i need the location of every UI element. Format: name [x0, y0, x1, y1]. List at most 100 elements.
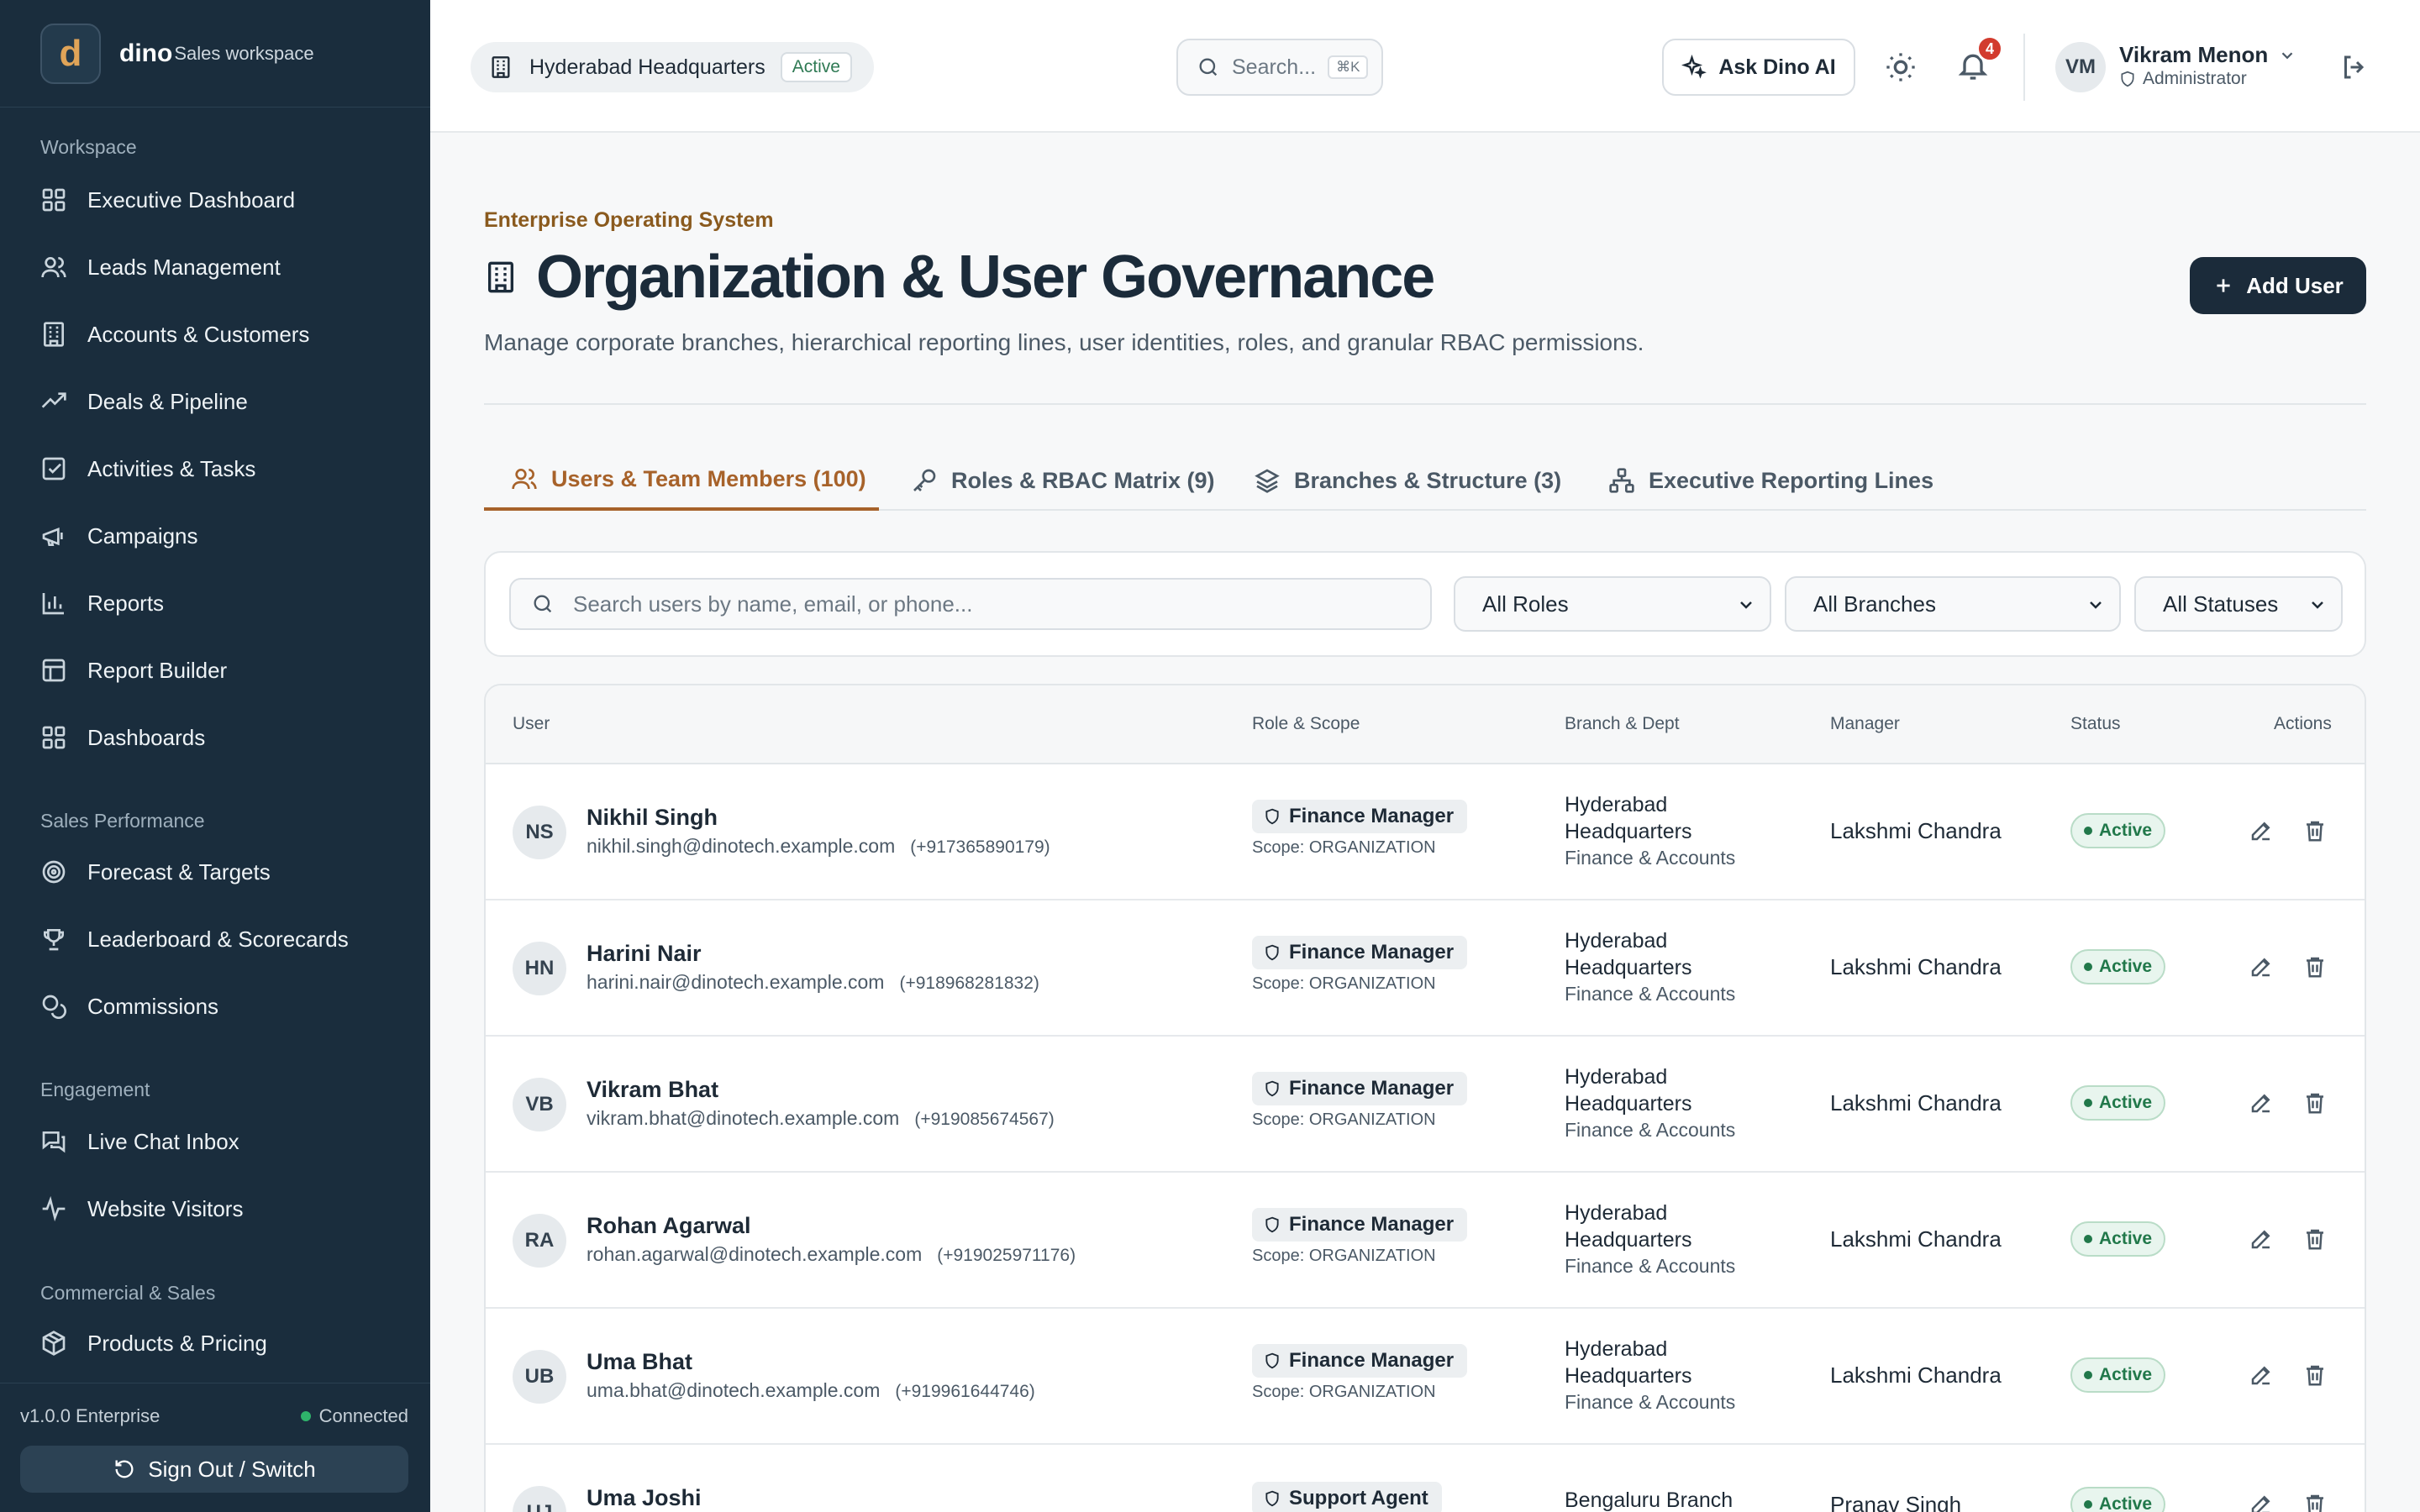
role-name: Finance Manager	[1289, 941, 1455, 963]
role-scope: Scope: ORGANIZATION	[1252, 838, 1436, 857]
sidebar-item-live-chat[interactable]: Live Chat Inbox	[0, 1118, 430, 1165]
user-name[interactable]: Uma Joshi	[587, 1485, 702, 1511]
sidebar-item-campaigns[interactable]: Campaigns	[0, 512, 430, 559]
user-name[interactable]: Uma Bhat	[587, 1349, 692, 1375]
page-title: Organization & User Governance	[484, 244, 1435, 311]
layers-icon	[1255, 469, 1280, 493]
status-badge: Active	[2070, 1487, 2166, 1512]
section-engagement: Engagement	[40, 1079, 150, 1100]
edit-icon[interactable]	[2249, 954, 2274, 979]
sidebar-item-executive-dashboard[interactable]: Executive Dashboard	[0, 176, 430, 223]
plus-icon	[2217, 279, 2230, 292]
table-row[interactable]: NS Nikhil Singh nikhil.singh@dinotech.exam…	[486, 764, 2365, 900]
page-eyebrow: Enterprise Operating System	[484, 208, 774, 232]
user-phone: (+918968281832)	[899, 974, 1039, 993]
version-label: v1.0.0 Enterprise	[20, 1405, 160, 1426]
add-user-button[interactable]: Add User	[2190, 257, 2366, 314]
avatar: VB	[513, 1078, 566, 1131]
tabs: Users & Team Members (100) Roles & RBAC …	[484, 450, 2366, 511]
edit-icon[interactable]	[2249, 1362, 2274, 1388]
sidebar-item-leaderboard[interactable]: Leaderboard & Scorecards	[0, 916, 430, 963]
package-icon	[42, 1331, 66, 1356]
tab-roles[interactable]: Roles & RBAC Matrix (9)	[911, 450, 1215, 511]
table-header: User Role & Scope Branch & Dept Manager …	[486, 685, 2365, 764]
role-badge: Finance Manager	[1252, 800, 1468, 833]
sidebar-item-label: Dashboards	[87, 724, 206, 750]
status-dot-icon	[300, 1411, 311, 1421]
signout-button[interactable]: Sign Out / Switch	[20, 1446, 408, 1493]
delete-icon[interactable]	[2302, 954, 2328, 979]
table-row[interactable]: UJ Uma Joshi Support Agent Bengaluru Branch…	[486, 1445, 2365, 1512]
global-search[interactable]: Search... ⌘K	[1176, 39, 1383, 96]
tab-reporting-lines[interactable]: Executive Reporting Lines	[1608, 450, 1933, 511]
status-label: Active	[2099, 1365, 2153, 1384]
sidebar-item-label: Activities & Tasks	[87, 455, 256, 481]
sun-icon[interactable]	[1884, 50, 1918, 84]
sidebar-item-accounts[interactable]: Accounts & Customers	[0, 311, 430, 358]
delete-icon[interactable]	[2302, 1226, 2328, 1252]
sidebar: d dino Sales workspace Workspace Executi…	[0, 0, 430, 1512]
location-switcher[interactable]: Hyderabad Headquarters Active	[471, 42, 874, 92]
sidebar-item-products[interactable]: Products & Pricing	[0, 1320, 430, 1367]
edit-icon[interactable]	[2249, 1492, 2274, 1512]
user-name[interactable]: Nikhil Singh	[587, 805, 718, 831]
role-filter-select[interactable]: All Roles	[1454, 576, 1771, 632]
tab-branches[interactable]: Branches & Structure (3)	[1254, 450, 1561, 511]
user-name[interactable]: Rohan Agarwal	[587, 1213, 751, 1239]
user-email: harini.nair@dinotech.example.com	[587, 971, 885, 993]
sidebar-item-dashboards[interactable]: Dashboards	[0, 714, 430, 761]
sidebar-item-leads[interactable]: Leads Management	[0, 244, 430, 291]
role-badge: Finance Manager	[1252, 936, 1468, 969]
avatar: HN	[513, 942, 566, 995]
ask-ai-button[interactable]: Ask Dino AI	[1662, 39, 1855, 96]
table-row[interactable]: HN Harini Nair harini.nair@dinotech.exampl…	[486, 900, 2365, 1037]
status-filter-select[interactable]: All Statuses	[2134, 576, 2343, 632]
edit-icon[interactable]	[2249, 1226, 2274, 1252]
user-menu[interactable]: Vikram Menon	[2119, 42, 2296, 68]
users-table: User Role & Scope Branch & Dept Manager …	[484, 684, 2366, 1512]
grid-icon	[42, 726, 66, 749]
delete-icon[interactable]	[2302, 1492, 2328, 1512]
sidebar-item-forecast[interactable]: Forecast & Targets	[0, 848, 430, 895]
edit-icon[interactable]	[2249, 1090, 2274, 1116]
location-status-badge: Active	[780, 52, 852, 82]
user-search[interactable]	[509, 578, 1432, 630]
status-dot-icon	[2084, 1235, 2092, 1243]
add-user-label: Add User	[2246, 272, 2344, 298]
branch-filter-select[interactable]: All Branches	[1785, 576, 2121, 632]
role-name: Finance Manager	[1289, 1213, 1455, 1236]
location-name: Hyderabad Headquarters	[529, 55, 765, 79]
department-name: Finance & Accounts	[1565, 847, 1736, 869]
edit-icon[interactable]	[2249, 818, 2274, 843]
status-label: Active	[2099, 1229, 2153, 1248]
sidebar-item-website-visitors[interactable]: Website Visitors	[0, 1185, 430, 1232]
delete-icon[interactable]	[2302, 1362, 2328, 1388]
role-name: Support Agent	[1289, 1487, 1428, 1509]
table-row[interactable]: UB Uma Bhat uma.bhat@dinotech.example.com (…	[486, 1309, 2365, 1445]
sidebar-item-report-builder[interactable]: Report Builder	[0, 647, 430, 694]
sidebar-item-deals[interactable]: Deals & Pipeline	[0, 378, 430, 425]
table-row[interactable]: VB Vikram Bhat vikram.bhat@dinotech.exampl…	[486, 1037, 2365, 1173]
sidebar-item-activities[interactable]: Activities & Tasks	[0, 445, 430, 492]
status-filter-value: All Statuses	[2163, 591, 2279, 617]
department-name: Finance & Accounts	[1565, 1391, 1736, 1413]
column-header-status: Status	[2070, 714, 2121, 733]
sidebar-item-reports[interactable]: Reports	[0, 580, 430, 627]
delete-icon[interactable]	[2302, 818, 2328, 843]
checkbox-icon	[42, 457, 66, 480]
user-role-label: Administrator	[2143, 69, 2247, 88]
user-search-input[interactable]	[573, 591, 1413, 617]
page-title-text: Organization & User Governance	[536, 244, 1435, 311]
avatar[interactable]: VM	[2055, 42, 2106, 92]
user-name[interactable]: Harini Nair	[587, 941, 702, 967]
sidebar-item-commissions[interactable]: Commissions	[0, 983, 430, 1030]
logout-icon[interactable]	[2339, 52, 2370, 82]
brand[interactable]: d dino Sales workspace	[0, 0, 430, 108]
user-name[interactable]: Vikram Bhat	[587, 1077, 718, 1103]
user-email: rohan.agarwal@dinotech.example.com	[587, 1243, 923, 1265]
table-row[interactable]: RA Rohan Agarwal rohan.agarwal@dinotech.ex…	[486, 1173, 2365, 1309]
role-name: Finance Manager	[1289, 1077, 1455, 1100]
tab-users[interactable]: Users & Team Members (100)	[484, 450, 879, 511]
delete-icon[interactable]	[2302, 1090, 2328, 1116]
department-name: Finance & Accounts	[1565, 1119, 1736, 1141]
